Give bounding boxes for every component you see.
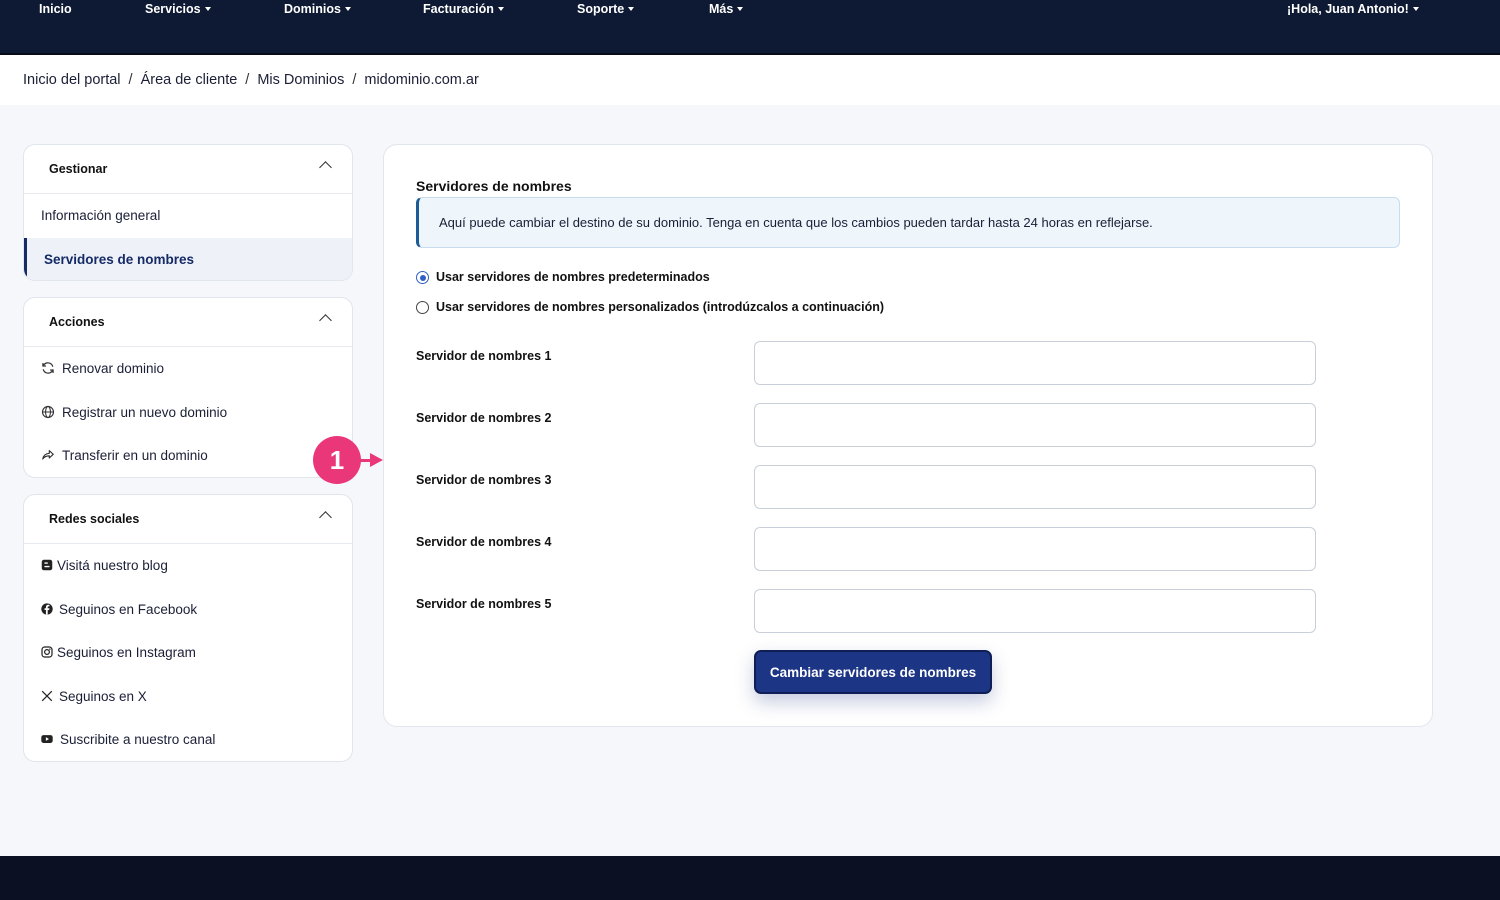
sidebar-item-label: Seguinos en Instagram: [57, 645, 196, 660]
sidebar-item-label: Transferir en un dominio: [62, 448, 208, 463]
nameserver-3-label: Servidor de nombres 3: [416, 473, 552, 487]
panel-header[interactable]: Gestionar: [24, 145, 352, 194]
sidebar-item-label: Renovar dominio: [62, 361, 165, 376]
sidebar-actions-panel: Acciones Renovar dominio Registrar un nu…: [23, 297, 353, 478]
sidebar-item-instagram[interactable]: Seguinos en Instagram: [24, 631, 352, 675]
globe-icon: [41, 405, 55, 418]
page-title: Servidores de nombres: [416, 178, 572, 194]
chevron-up-icon[interactable]: [319, 314, 332, 327]
sidebar-item-overview[interactable]: Información general: [24, 194, 352, 238]
sidebar-item-label: Suscribite a nuestro canal: [60, 732, 216, 747]
nameserver-5-label: Servidor de nombres 5: [416, 597, 552, 611]
radio-label: Usar servidores de nombres personalizado…: [436, 300, 885, 314]
nameservers-panel: Servidores de nombres Aquí puede cambiar…: [383, 144, 1433, 727]
nav-mas[interactable]: Más: [709, 2, 744, 16]
nav-facturacion[interactable]: Facturación: [423, 2, 504, 16]
top-navbar: Inicio Servicios Dominios Facturación So…: [0, 0, 1500, 55]
radio-label: Usar servidores de nombres predeterminad…: [436, 270, 710, 284]
sidebar-item-blog[interactable]: Visitá nuestro blog: [24, 544, 352, 588]
info-alert: Aquí puede cambiar el destino de su domi…: [416, 197, 1400, 248]
caret-down-icon: [628, 7, 635, 11]
sidebar-item-nameservers[interactable]: Servidores de nombres: [24, 237, 352, 280]
sidebar-item-label: Seguinos en X: [59, 688, 147, 704]
nav-inicio[interactable]: Inicio: [39, 2, 72, 16]
sidebar-item-x[interactable]: Seguinos en X: [24, 675, 352, 719]
user-menu[interactable]: ¡Hola, Juan Antonio!: [1287, 2, 1419, 16]
change-nameservers-button[interactable]: Cambiar servidores de nombres: [754, 650, 992, 694]
panel-title: Gestionar: [49, 162, 108, 176]
sidebar-item-label: Visitá nuestro blog: [57, 558, 168, 573]
sidebar-item-transfer-domain[interactable]: Transferir en un dominio: [24, 434, 352, 477]
blogger-icon: [41, 559, 53, 571]
caret-down-icon: [1412, 7, 1419, 11]
facebook-icon: [41, 602, 53, 615]
arrow-right-icon: [370, 453, 383, 467]
share-icon: [42, 450, 54, 460]
breadcrumb-separator: /: [128, 72, 133, 88]
nameserver-4-label: Servidor de nombres 4: [416, 535, 552, 549]
sidebar-item-label: Seguinos en Facebook: [59, 601, 198, 617]
sidebar-item-facebook[interactable]: Seguinos en Facebook: [24, 588, 352, 632]
breadcrumb-portal[interactable]: Inicio del portal: [23, 72, 121, 88]
breadcrumb-current: midominio.com.ar: [364, 72, 479, 88]
nameserver-4-input[interactable]: [754, 527, 1316, 571]
nav-servicios[interactable]: Servicios: [145, 2, 211, 16]
x-icon: [41, 690, 53, 701]
annotation-marker: 1: [313, 436, 361, 484]
nameserver-2-label: Servidor de nombres 2: [416, 411, 552, 425]
nav-dominios[interactable]: Dominios: [284, 2, 351, 16]
chevron-up-icon[interactable]: [319, 161, 332, 174]
breadcrumb: Inicio del portal / Área de cliente / Mis Do…: [23, 72, 479, 88]
sidebar-social-panel: Redes sociales Visitá nuestro blog Segui…: [23, 494, 353, 762]
caret-down-icon: [344, 7, 351, 11]
breadcrumb-client-area[interactable]: Área de cliente: [141, 72, 238, 88]
main-nav: Inicio Servicios Dominios Facturación So…: [0, 2, 1500, 18]
panel-title: Acciones: [49, 315, 105, 329]
sidebar-item-renew-domain[interactable]: Renovar dominio: [24, 347, 352, 391]
sidebar-item-label: Registrar un nuevo dominio: [62, 404, 228, 420]
nameserver-1-input[interactable]: [754, 341, 1316, 385]
sidebar-item-label: Servidores de nombres: [44, 251, 195, 267]
refresh-icon: [42, 362, 54, 374]
nameserver-1-label: Servidor de nombres 1: [416, 349, 552, 363]
sidebar-manage-panel: Gestionar Información general Servidores…: [23, 144, 353, 281]
sidebar-item-youtube[interactable]: Suscribite a nuestro canal: [24, 718, 352, 761]
radio-button[interactable]: [416, 271, 429, 284]
youtube-icon: [41, 735, 53, 743]
footer: [0, 856, 1500, 900]
caret-down-icon: [497, 7, 504, 11]
caret-down-icon: [737, 7, 744, 11]
instagram-icon: [41, 646, 53, 658]
panel-header[interactable]: Acciones: [24, 298, 352, 347]
breadcrumb-bar: Inicio del portal / Área de cliente / Mis Do…: [0, 55, 1500, 105]
nameserver-5-input[interactable]: [754, 589, 1316, 633]
panel-title: Redes sociales: [49, 512, 140, 526]
panel-header[interactable]: Redes sociales: [24, 495, 352, 544]
nameserver-2-input[interactable]: [754, 403, 1316, 447]
alert-text: Aquí puede cambiar el destino de su domi…: [439, 215, 1153, 230]
sidebar-item-label: Información general: [41, 208, 161, 223]
breadcrumb-my-domains[interactable]: Mis Dominios: [257, 72, 344, 88]
radio-button[interactable]: [416, 301, 429, 314]
nameserver-3-input[interactable]: [754, 465, 1316, 509]
nav-soporte[interactable]: Soporte: [577, 2, 635, 16]
breadcrumb-separator: /: [352, 72, 357, 88]
caret-down-icon: [204, 7, 211, 11]
breadcrumb-separator: /: [245, 72, 250, 88]
sidebar-item-register-domain[interactable]: Registrar un nuevo dominio: [24, 391, 352, 435]
chevron-up-icon[interactable]: [319, 511, 332, 524]
